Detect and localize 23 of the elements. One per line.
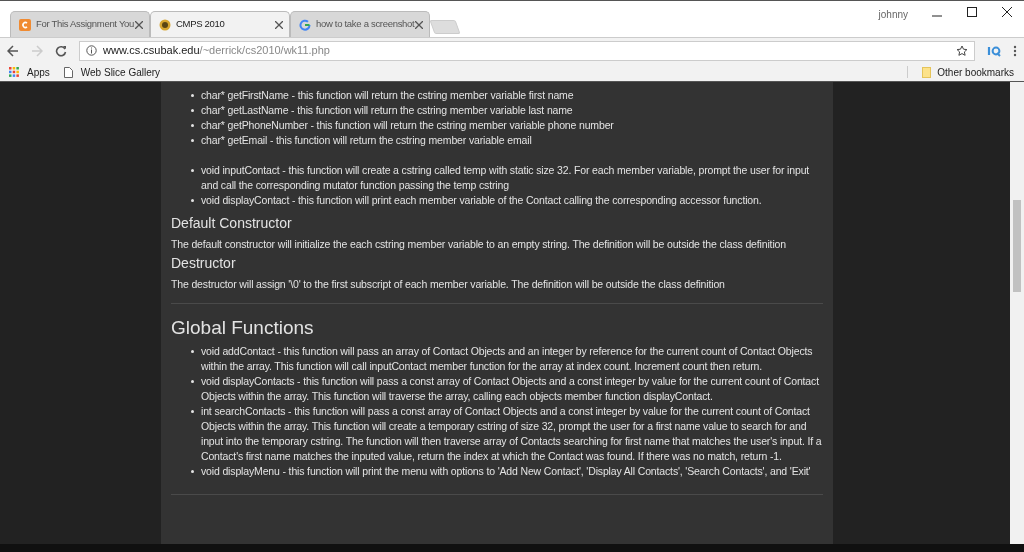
list-item-text: char* getPhoneNumber - this function will return the cstring member variable phone number (201, 118, 614, 133)
list-item-text: int searchContacts - this function will pass a const array of Contact Objects and a const integer by value for the current count of Contact Objects within the array. This function will create a temporary cstring of size 32, prompt the user for a first name value to search for and input into the temporary cstring. The function will then traverse array of Contacts searching for first name that matches the user's input. If a Contact's first name matches the inputed value, return the index at which the Contact was found. If there was no match, return -1. (201, 404, 823, 464)
list-item-text: void displayMenu - this function will print the menu with options to 'Add New Contact', 'Display All Contacts', 'Search Contacts', and 'Exit' (201, 464, 811, 479)
url-text: www.cs.csubak.edu/~derrick/cs2010/wk11.php (103, 43, 330, 59)
paragraph: The destructor will assign '\0' to the first subscript of each member variable. The definition will be outside the class definition (171, 277, 726, 292)
bookmark[interactable]: Apps (9, 64, 50, 80)
list-item-text: void displayContact - this function will print each member variable of the Contact calling the corresponding accessor function. (201, 193, 762, 208)
address-bar[interactable]: www.cs.csubak.edu/~derrick/cs2010/wk11.php (79, 40, 975, 61)
paragraph: The default constructor will initialize the each cstring member variable to an empty string. The definition will be outside the class definition (171, 237, 787, 252)
section-heading: Default Constructor (171, 214, 293, 232)
browser-tab[interactable]: For This Assignment You (10, 11, 150, 37)
browser-tab[interactable]: CMPS 2010 (150, 11, 290, 37)
browser-tab[interactable]: how to take a screenshot (290, 11, 430, 37)
bookmark[interactable]: Web Slice Gallery (63, 64, 161, 80)
user-name: johnny (878, 8, 908, 22)
section-heading: Destructor (171, 254, 237, 272)
list-item-text: char* getLastName - this function will return the cstring member variable last name (201, 103, 573, 118)
list-item-text: char* getFirstName - this function will return the cstring member variable first name (201, 88, 574, 103)
list-item-text: void addContact - this function will pass an array of Contact Objects and an integer by reference for the current count of Contact Objects within the array. This function will call inputContact member function for the array at index count. Increment count then return. (201, 344, 814, 374)
list-item-text: void displayContacts - this function will pass a const array of Contact Objects and a const integer by value for the current count of Contact Objects within the array. This function will traverse the array, calling each objects member function displayContact. (201, 374, 820, 404)
other-bookmarks[interactable]: Other bookmarks (922, 64, 1015, 80)
section-title: Global Functions (171, 316, 315, 340)
list-item-text: char* getEmail - this function will return the cstring member variable email (201, 133, 532, 148)
